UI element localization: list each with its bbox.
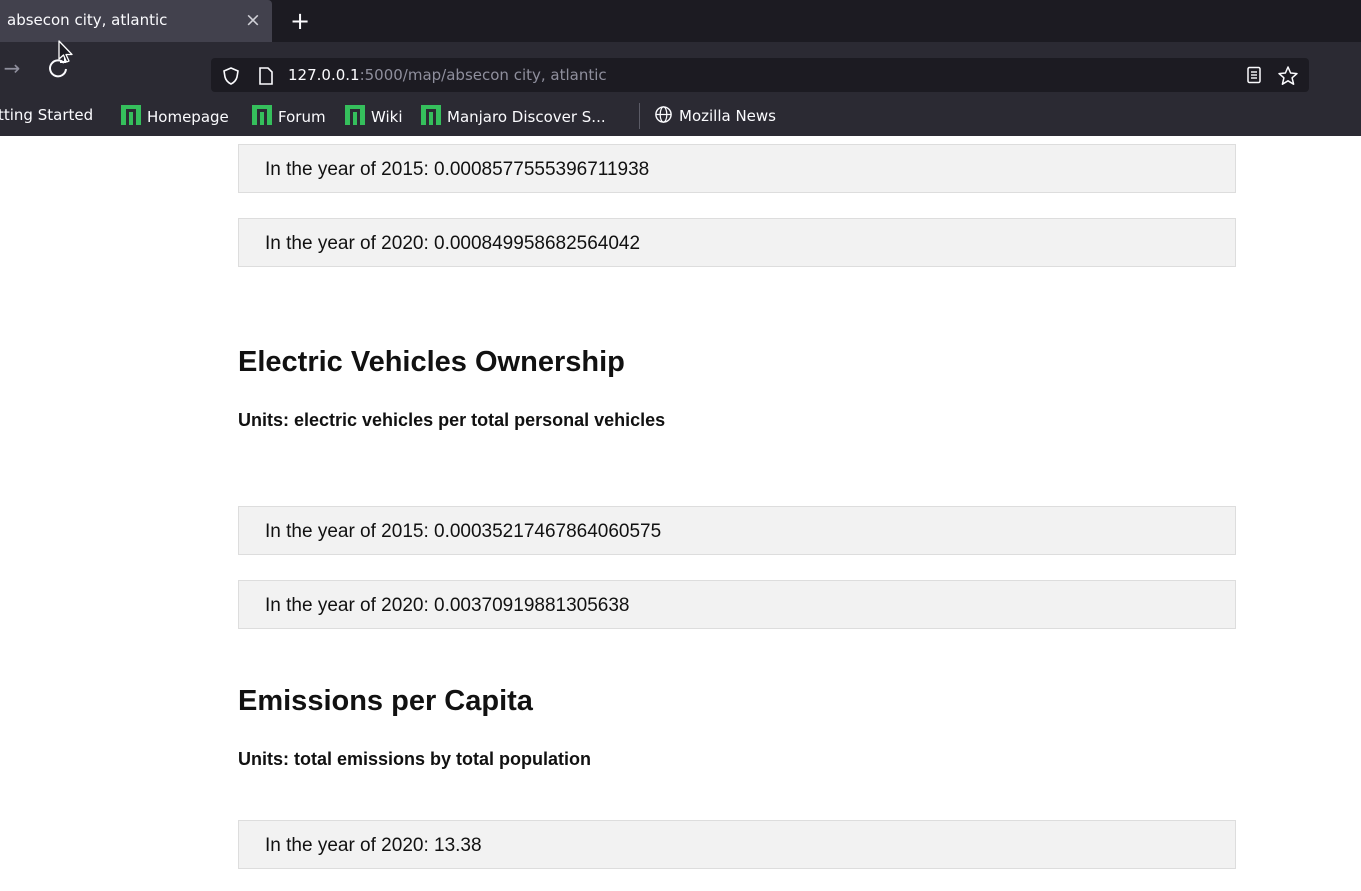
tracking-shield-icon[interactable] [221, 66, 241, 86]
list-item-text: In the year of 2020: 13.38 [265, 835, 482, 856]
list-item: In the year of 2020: 0.00370919881305638 [238, 580, 1236, 629]
url-path: :5000/map/absecon city, atlantic [359, 66, 607, 84]
reader-view-icon[interactable] [1245, 66, 1263, 84]
manjaro-logo-icon [421, 105, 441, 125]
url-text[interactable]: 127.0.0.1:5000/map/absecon city, atlanti… [288, 66, 607, 84]
bookmark-label: Manjaro Discover S... [447, 108, 606, 126]
list-item-text: In the year of 2015: 0.00085775553967119… [265, 159, 650, 180]
bookmark-label: Homepage [147, 108, 229, 126]
bookmark-manjaro-discover[interactable]: Manjaro Discover S... [421, 105, 606, 126]
list-item: In the year of 2015: 0.00035217467864060… [238, 506, 1236, 555]
list-item-text: In the year of 2020: 0.00084995868256404… [265, 233, 641, 254]
tab-title: absecon city, atlantic [7, 11, 168, 29]
list-item-text: In the year of 2020: 0.00370919881305638 [265, 595, 630, 616]
bookmark-mozilla-news[interactable]: Mozilla News [654, 105, 776, 125]
page-content: In the year of 2015: 0.00085775553967119… [0, 136, 1361, 891]
globe-icon [655, 106, 672, 123]
bookmark-label: Forum [278, 108, 326, 126]
bookmarks-separator [639, 103, 640, 129]
mouse-pointer-icon [58, 40, 73, 63]
manjaro-logo-icon [345, 105, 365, 125]
navigation-toolbar: → 127.0.0.1:5000/map/absecon city, atlan… [0, 42, 1361, 94]
manjaro-logo-icon [121, 105, 141, 125]
tab-close-icon[interactable]: × [241, 8, 265, 32]
section-title-emissions: Emissions per Capita [238, 685, 533, 717]
bookmark-getting-started[interactable]: tting Started [0, 105, 93, 125]
url-host: 127.0.0.1 [288, 66, 360, 84]
forward-arrow-icon[interactable]: → [0, 52, 28, 84]
bookmark-homepage[interactable]: Homepage [121, 105, 229, 126]
address-bar[interactable]: 127.0.0.1:5000/map/absecon city, atlanti… [211, 58, 1309, 92]
list-item-text: In the year of 2015: 0.00035217467864060… [265, 521, 662, 542]
page-info-icon[interactable] [258, 67, 274, 85]
bookmark-star-icon[interactable] [1277, 65, 1299, 87]
bookmarks-toolbar: tting Started Homepage Forum Wiki Manjar… [0, 94, 1361, 136]
tab-bar: absecon city, atlantic × + [0, 0, 1361, 42]
bookmark-wiki[interactable]: Wiki [345, 105, 403, 126]
bookmark-label: Mozilla News [679, 107, 776, 125]
list-item: In the year of 2020: 0.00084995868256404… [238, 218, 1236, 267]
section-units-emissions: Units: total emissions by total populati… [238, 749, 592, 769]
bookmark-label: tting Started [0, 106, 94, 124]
new-tab-button[interactable]: + [286, 7, 314, 35]
browser-tab[interactable]: absecon city, atlantic × [0, 0, 272, 42]
section-title-ev-ownership: Electric Vehicles Ownership [238, 346, 625, 378]
section-units-ev-ownership: Units: electric vehicles per total perso… [238, 410, 666, 430]
list-item: In the year of 2020: 13.38 [238, 820, 1236, 869]
bookmark-label: Wiki [371, 108, 403, 126]
manjaro-logo-icon [252, 105, 272, 125]
list-item: In the year of 2015: 0.00085775553967119… [238, 144, 1236, 193]
bookmark-forum[interactable]: Forum [252, 105, 326, 126]
